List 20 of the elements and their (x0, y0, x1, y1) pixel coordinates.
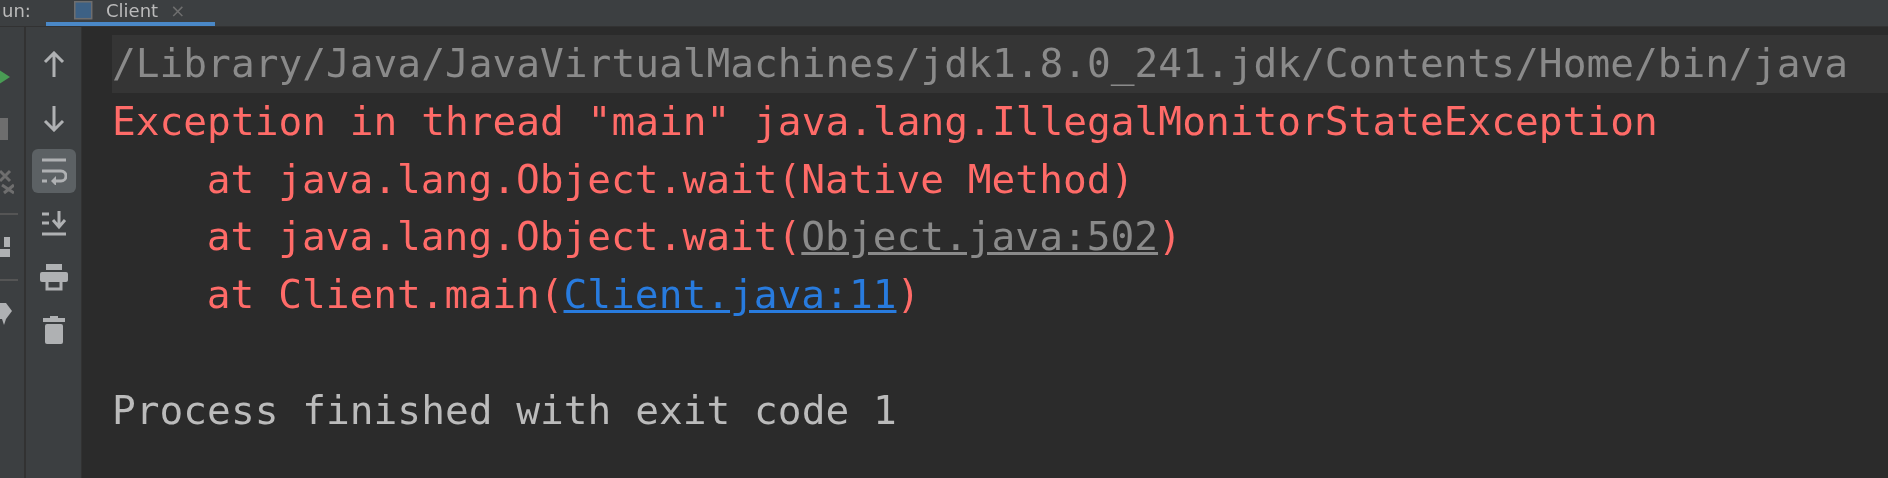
error-text: at java.lang.Object.wait(Native Method) (206, 154, 1135, 204)
scroll-to-end-icon (40, 211, 67, 237)
layout-icon[interactable] (0, 237, 10, 257)
print-icon (39, 263, 68, 291)
source-link[interactable]: Object.java:502 (801, 213, 1159, 260)
error-text: at java.lang.Object.wait(Object.java:502) (206, 212, 1182, 262)
up-arrow-icon (41, 51, 66, 79)
error-text: Exception in thread "main" java.lang.IllegalMonitorStateException (112, 96, 1658, 146)
soft-wrap-icon (40, 157, 67, 185)
run-label: un: (1, 1, 32, 21)
application-icon (74, 1, 94, 21)
pin-icon[interactable] (0, 301, 12, 325)
close-icon[interactable]: × (170, 1, 186, 21)
trash-icon (42, 316, 65, 344)
console-text: Process finished with exit code 1 (112, 385, 897, 435)
down-arrow-icon (41, 104, 66, 132)
soft-wrap-button[interactable] (31, 149, 76, 193)
command-line-text: /Library/Java/JavaVirtualMachines/jdk1.8.0_241.jdk/Contents/Home/bin/java (112, 39, 1848, 88)
error-text: at Client.main(Client.java:11) (206, 270, 921, 320)
source-link[interactable]: Client.java:11 (563, 271, 897, 318)
